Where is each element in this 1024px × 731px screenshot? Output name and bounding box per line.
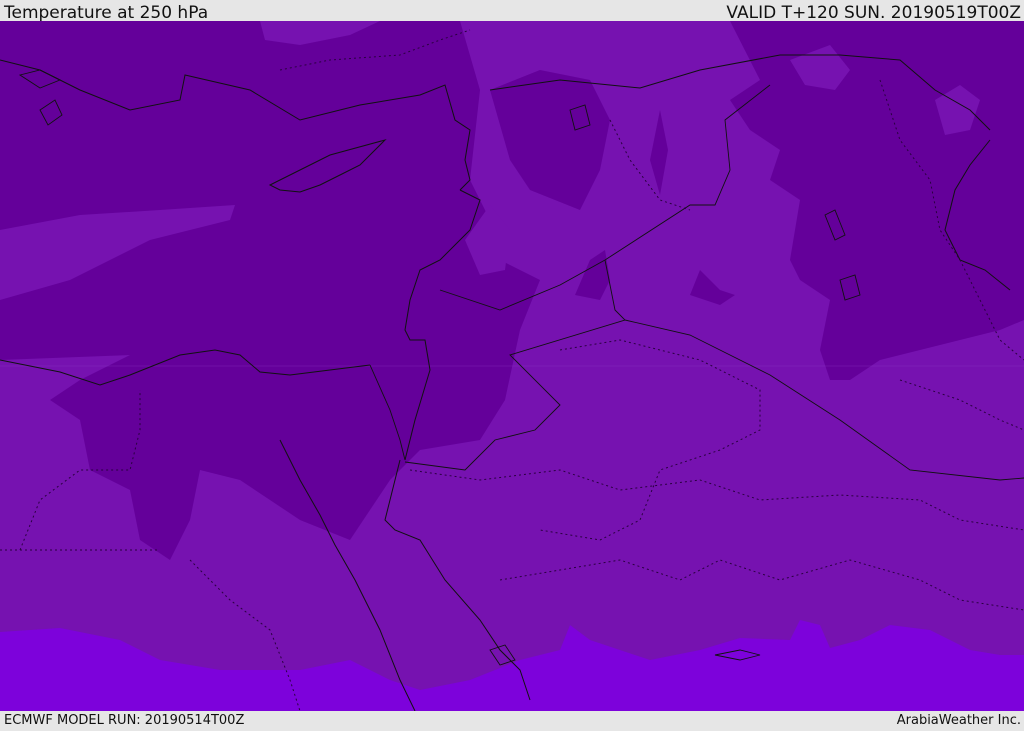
- weather-map-frame: Temperature at 250 hPa VALID T+120 SUN. …: [0, 0, 1024, 729]
- header-bar: Temperature at 250 hPa VALID T+120 SUN. …: [0, 0, 1024, 23]
- model-run: ECMWF MODEL RUN: 20190514T00Z: [4, 713, 245, 728]
- footer-bar: ECMWF MODEL RUN: 20190514T00Z ArabiaWeat…: [0, 711, 1024, 729]
- temperature-map: [0, 21, 1024, 711]
- credit: ArabiaWeather Inc.: [896, 713, 1021, 728]
